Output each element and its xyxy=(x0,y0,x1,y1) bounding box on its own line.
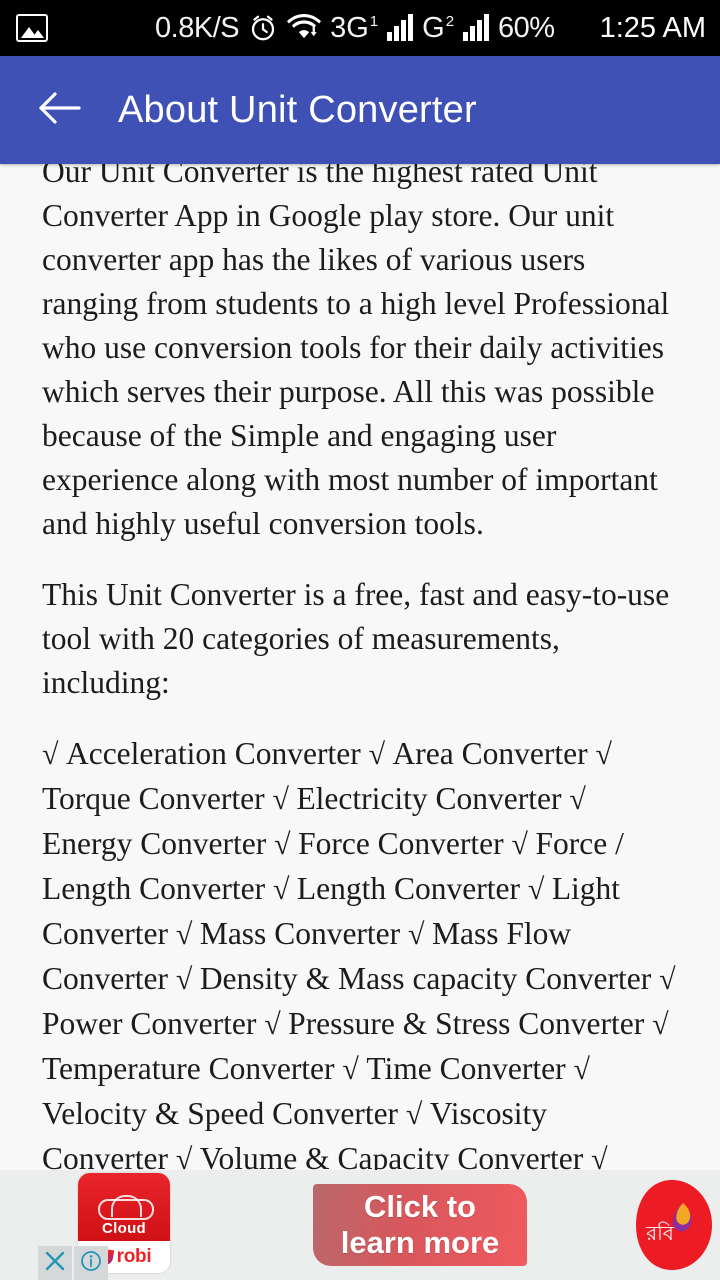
check-icon: √ xyxy=(408,918,432,951)
battery-percent-label: 60% xyxy=(498,11,555,44)
sim1-slot-number: 1 xyxy=(369,12,379,30)
sim2-slot-number: 2 xyxy=(445,12,455,30)
converter-list-item: Velocity & Speed Converter xyxy=(42,1096,406,1131)
gallery-icon xyxy=(16,14,48,42)
close-icon xyxy=(44,1250,66,1277)
robi-logo: রবি xyxy=(626,1178,712,1272)
check-icon: √ xyxy=(405,1098,430,1131)
paragraph-intro: Our Unit Converter is the highest rated … xyxy=(42,164,670,541)
back-button[interactable] xyxy=(32,82,88,138)
sim2-signal-bars-icon xyxy=(463,14,490,41)
status-bar: 0.8K/S 3G 1 G 2 60% 1:25 AM xyxy=(0,0,720,56)
paragraph-categories-intro: This Unit Converter is a free, fast and … xyxy=(42,577,670,700)
ad-controls xyxy=(38,1246,108,1280)
check-icon: √ xyxy=(42,738,66,771)
converter-list-item: Pressure & Stress Converter xyxy=(288,1006,653,1041)
converter-list-item: Acceleration Converter xyxy=(65,736,369,771)
ad-close-button[interactable] xyxy=(38,1246,72,1280)
info-icon xyxy=(80,1250,102,1277)
converter-list-item: Power Converter xyxy=(42,1006,265,1041)
ad-info-button[interactable] xyxy=(74,1246,108,1280)
check-icon: √ xyxy=(274,828,299,861)
sim1-signal-bars-icon xyxy=(387,14,414,41)
converter-list-item: Length Converter xyxy=(296,871,528,906)
converter-list-item: Density & Mass capacity Converter xyxy=(199,961,660,996)
converter-list-item: Volume & Capacity Converter xyxy=(199,1141,592,1170)
check-icon: √ xyxy=(175,918,200,951)
converter-list-item: Time Converter xyxy=(366,1051,574,1086)
check-icon: √ xyxy=(527,873,552,906)
converter-list: √ Acceleration Converter √ Area Converte… xyxy=(42,732,678,1170)
about-content: Our Unit Converter is the highest rated … xyxy=(0,164,720,1170)
check-icon: √ xyxy=(264,1008,289,1041)
converter-list-item: Electricity Converter xyxy=(296,781,570,816)
ad-cta-line2: learn more xyxy=(340,1225,500,1260)
status-bar-right: 0.8K/S 3G 1 G 2 60% 1:25 AM xyxy=(155,12,706,45)
check-icon: √ xyxy=(569,783,586,816)
ad-app-icon-brand-label: robi xyxy=(116,1246,152,1267)
converter-list-item: Mass Converter xyxy=(199,916,409,951)
cloud-icon xyxy=(98,1195,154,1223)
check-icon: √ xyxy=(342,1053,367,1086)
check-icon: √ xyxy=(175,963,200,996)
clock-label: 1:25 AM xyxy=(599,11,706,44)
converter-list-item: Energy Converter xyxy=(42,826,275,861)
arrow-left-icon xyxy=(38,91,82,130)
ad-cta-line1: Click to xyxy=(364,1189,476,1224)
check-icon: √ xyxy=(595,738,612,771)
robi-logo-text: রবি xyxy=(645,1222,675,1245)
check-icon: √ xyxy=(659,963,676,996)
check-icon: √ xyxy=(272,873,297,906)
about-content-scroll-area[interactable]: Our Unit Converter is the highest rated … xyxy=(0,164,720,1170)
ad-app-icon-cloud: Cloud xyxy=(78,1173,170,1241)
converter-list-item: Torque Converter xyxy=(42,781,273,816)
converter-list-item: Temperature Converter xyxy=(42,1051,343,1086)
phone-screen: 0.8K/S 3G 1 G 2 60% 1:25 AM About Unit C… xyxy=(0,0,720,1280)
sim2-network-indicator: G 2 xyxy=(422,11,455,44)
check-icon: √ xyxy=(368,738,393,771)
converter-list-item: Area Converter xyxy=(392,736,596,771)
sim1-network-label: 3G xyxy=(330,11,369,44)
check-icon: √ xyxy=(511,828,536,861)
alarm-clock-icon xyxy=(248,13,278,43)
sim2-network-label: G xyxy=(422,11,445,44)
wifi-icon xyxy=(287,12,322,45)
network-speed-label: 0.8K/S xyxy=(155,11,240,44)
check-icon: √ xyxy=(591,1143,608,1170)
app-bar: About Unit Converter xyxy=(0,56,720,164)
check-icon: √ xyxy=(272,783,297,816)
battery-icon xyxy=(564,12,586,44)
converter-list-item: Force Converter xyxy=(298,826,512,861)
page-title: About Unit Converter xyxy=(118,88,477,131)
ad-banner[interactable]: Cloud robi Click to learn more রবি xyxy=(0,1170,720,1280)
sim1-network-indicator: 3G 1 xyxy=(330,11,379,44)
check-icon: √ xyxy=(573,1053,590,1086)
check-icon: √ xyxy=(652,1008,669,1041)
status-bar-left xyxy=(16,14,48,42)
ad-cta-button[interactable]: Click to learn more xyxy=(313,1184,527,1266)
check-icon: √ xyxy=(175,1143,200,1170)
